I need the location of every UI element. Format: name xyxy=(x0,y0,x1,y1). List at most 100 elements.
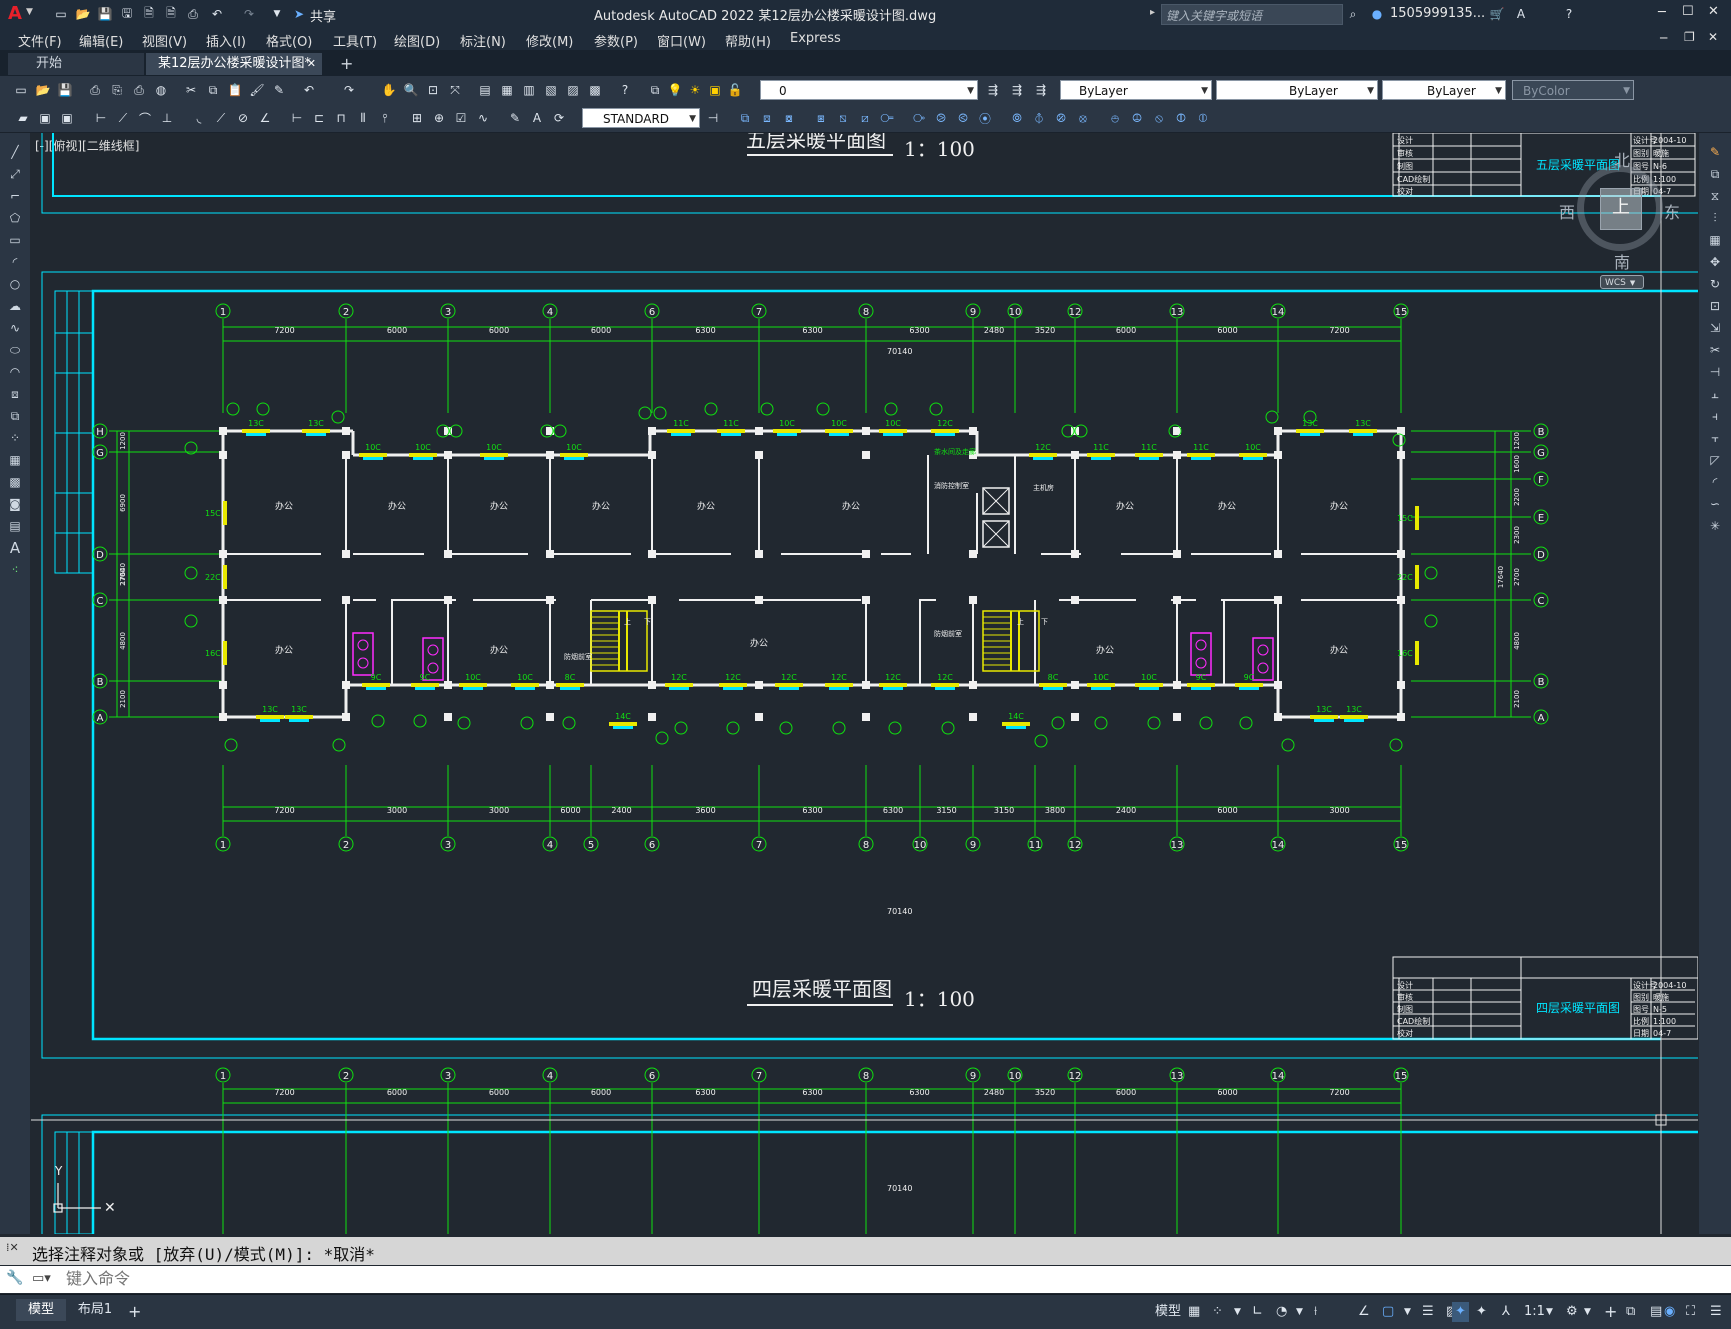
search-expand-icon[interactable]: ▸ xyxy=(1150,7,1155,18)
move-tool-icon[interactable]: ✥ xyxy=(1706,253,1724,271)
paste-icon[interactable]: 📋 xyxy=(226,81,244,99)
save-web-icon[interactable]: 🗎 xyxy=(162,5,180,23)
polyline-icon[interactable]: ⌐ xyxy=(6,187,24,205)
viewcube-south[interactable]: 南 xyxy=(1614,249,1630,273)
jogged-dim-icon[interactable]: ⟋ xyxy=(212,109,230,127)
tab-close-icon[interactable]: ✕ xyxy=(307,53,316,75)
draw-order-icon[interactable]: ▰ xyxy=(14,109,32,127)
copy-obj-icon[interactable]: ⧉ xyxy=(736,109,754,127)
linear-dim-icon[interactable]: ⊢ xyxy=(92,109,110,127)
table-icon[interactable]: ▤ xyxy=(6,517,24,535)
dim-text-edit-icon[interactable]: A xyxy=(528,109,546,127)
ortho-icon[interactable]: ∟ xyxy=(1252,1302,1263,1322)
break-icon[interactable]: ⦿ xyxy=(976,109,994,127)
menu-help[interactable]: 帮助(H) xyxy=(725,31,771,50)
isolate-objects-icon[interactable]: ◉ xyxy=(1664,1302,1675,1322)
app-logo[interactable]: A xyxy=(8,3,22,24)
snap-icon[interactable]: ⁘ xyxy=(1212,1302,1223,1322)
array-tool-icon[interactable]: ▦ xyxy=(1706,231,1724,249)
erase-icon[interactable]: ⦺ xyxy=(1106,109,1124,127)
layer-on-icon[interactable]: 💡 xyxy=(666,81,684,99)
clean-screen-icon[interactable]: ⛶ xyxy=(1686,1302,1695,1322)
ellipse-arc-icon[interactable]: ◠ xyxy=(6,363,24,381)
baseline-dim-icon[interactable]: ⊏ xyxy=(310,109,328,127)
layer-state-icon[interactable]: ⇶ xyxy=(1032,81,1050,99)
model-tab[interactable]: 模型 xyxy=(16,1299,66,1321)
rotate-icon[interactable]: ⧄ xyxy=(856,109,874,127)
drawing-canvas[interactable]: [-][俯视][二维线框] 五层采暖平面图 1：100 五层采暖平面图 设计 审… xyxy=(31,133,1698,1234)
polar-icon[interactable]: ◔ xyxy=(1276,1302,1287,1322)
hatch-icon[interactable]: ▦ xyxy=(6,451,24,469)
share-icon[interactable]: ➤ xyxy=(290,5,308,23)
menu-tools[interactable]: 工具(T) xyxy=(333,31,377,50)
qnew-icon[interactable]: ▭ xyxy=(12,81,30,99)
layer-dropdown[interactable]: 0 ▼ xyxy=(760,80,978,100)
save-icon-2[interactable]: 💾 xyxy=(56,81,74,99)
help-icon[interactable]: ? xyxy=(1560,5,1578,23)
layer-previous-icon[interactable]: ⇶ xyxy=(1008,81,1026,99)
properties-icon[interactable]: ▤ xyxy=(476,81,494,99)
user-name[interactable]: 1505999135... xyxy=(1390,6,1485,21)
trim-tool-icon[interactable]: ✂ xyxy=(1706,341,1724,359)
zoom-realtime-icon[interactable]: 🔍 xyxy=(402,81,420,99)
hatch-edit-icon[interactable]: ⦶ xyxy=(1194,109,1212,127)
menu-window[interactable]: 窗口(W) xyxy=(657,31,706,50)
continue-dim-icon[interactable]: ⊓ xyxy=(332,109,350,127)
tool-palettes-icon[interactable]: ▥ xyxy=(520,81,538,99)
radius-dim-icon[interactable]: ◟ xyxy=(190,109,208,127)
markup-icon[interactable]: ▨ xyxy=(564,81,582,99)
sheet-set-icon[interactable]: ▧ xyxy=(542,81,560,99)
angular-dim-icon[interactable]: ∠ xyxy=(256,109,274,127)
make-block-icon[interactable]: ⧉ xyxy=(6,407,24,425)
tab-start[interactable]: 开始 xyxy=(8,53,144,75)
plot-icon-2[interactable]: ⎙ xyxy=(86,81,104,99)
3dprint-icon[interactable]: ◍ xyxy=(152,81,170,99)
insert-block-icon[interactable]: ▣ xyxy=(36,109,54,127)
menu-dimension[interactable]: 标注(N) xyxy=(460,31,506,50)
scale-tool-icon[interactable]: ⊡ xyxy=(1706,297,1724,315)
trim-icon[interactable]: ⧁ xyxy=(932,109,950,127)
open-icon[interactable]: 📂 xyxy=(34,81,52,99)
auto-scale-icon[interactable]: ✦ xyxy=(1476,1302,1487,1322)
save-as-icon[interactable]: 🖫 xyxy=(118,5,136,23)
search-icon[interactable]: ⌕ xyxy=(1344,5,1362,23)
color-dropdown[interactable]: ByLayer ▼ xyxy=(1060,80,1212,100)
units-icon[interactable]: ⧉ xyxy=(1626,1302,1635,1322)
create-block-icon[interactable]: ▣ xyxy=(58,109,76,127)
customize-qat-icon[interactable]: ▼ xyxy=(268,5,286,23)
erase-tool-icon[interactable]: ✎ xyxy=(1706,143,1724,161)
fillet-tool-icon[interactable]: ◜ xyxy=(1706,473,1724,491)
new-file-icon[interactable]: ▭ xyxy=(52,5,70,23)
scale-icon[interactable]: ⧃ xyxy=(878,109,896,127)
mirror-icon[interactable]: ⧈ xyxy=(758,109,776,127)
lineweight-dropdown[interactable]: ByLayer ▼ xyxy=(1382,80,1506,100)
plot-icon[interactable]: ⎙ xyxy=(184,5,202,23)
add-scale-icon[interactable]: + xyxy=(1604,1302,1617,1322)
group-icon[interactable]: ⦹ xyxy=(1128,109,1146,127)
line-icon[interactable]: ╱ xyxy=(6,143,24,161)
menu-parametric[interactable]: 参数(P) xyxy=(594,31,638,50)
stretch-icon[interactable]: ⧂ xyxy=(910,109,928,127)
copy-tool-icon[interactable]: ⧉ xyxy=(1706,165,1724,183)
point-icon[interactable]: ⁘ xyxy=(6,429,24,447)
viewcube-north[interactable]: 北 xyxy=(1614,147,1630,171)
mirror-tool-icon[interactable]: ⧖ xyxy=(1706,187,1724,205)
join-icon[interactable]: ⦾ xyxy=(1008,109,1026,127)
tolerance-icon[interactable]: ⊞ xyxy=(408,109,426,127)
snap-menu-icon[interactable]: ▼ xyxy=(1234,1302,1241,1322)
menu-view[interactable]: 视图(V) xyxy=(142,31,187,50)
add-layout-button[interactable]: + xyxy=(128,1302,141,1322)
break-at-point-icon[interactable]: ⫠ xyxy=(1706,385,1724,403)
viewcube-west[interactable]: 西 xyxy=(1559,199,1575,223)
command-line[interactable]: 🔧 ▭▾ xyxy=(0,1266,1731,1293)
arc-length-icon[interactable]: ⌒ xyxy=(136,109,154,127)
cart-icon[interactable]: 🛒 xyxy=(1488,5,1506,23)
dim-update-icon[interactable]: ⟳ xyxy=(550,109,568,127)
menu-edit[interactable]: 编辑(E) xyxy=(79,31,123,50)
layout-tab[interactable]: 布局1 xyxy=(70,1299,120,1321)
menu-format[interactable]: 格式(O) xyxy=(266,31,312,50)
redo-icon-2[interactable]: ↷ xyxy=(340,81,358,99)
textstyle-dropdown[interactable]: STANDARD ▼ xyxy=(582,108,700,128)
quick-properties-icon[interactable]: ▤ xyxy=(1650,1302,1662,1322)
polar-menu-icon[interactable]: ▼ xyxy=(1296,1302,1303,1322)
